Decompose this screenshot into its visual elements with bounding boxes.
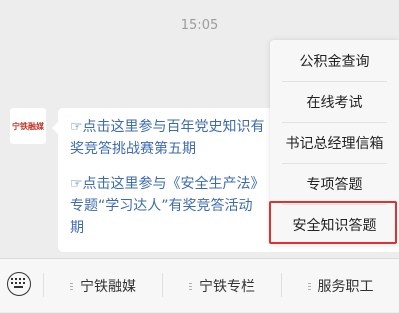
tab-label: 宁铁融媒 [80, 279, 136, 295]
menu-item-special-quiz[interactable]: 专项答题 [270, 163, 399, 204]
bubble-tail [52, 122, 58, 134]
tab-employee-services[interactable]: 服务职工 [282, 259, 399, 313]
menu-item-manager-mailbox[interactable]: 书记总经理信箱 [270, 122, 399, 163]
account-avatar[interactable]: 宁铁融媒 [10, 108, 46, 144]
tab-label: 宁铁专栏 [199, 279, 255, 295]
submenu-icon [189, 282, 195, 290]
submenu-icon [70, 282, 76, 290]
menu-item-online-exam[interactable]: 在线考试 [270, 81, 399, 122]
keyboard-icon[interactable] [7, 272, 31, 296]
tab-label: 服务职工 [317, 279, 374, 295]
message-timestamp: 15:05 [180, 18, 219, 33]
bottom-menu-bar: 宁铁融媒 宁铁专栏 服务职工 [0, 258, 399, 312]
highlight-box [269, 201, 397, 244]
submenu-icon [307, 282, 314, 290]
menu-item-housing-fund-query[interactable]: 公积金查询 [270, 40, 399, 81]
tab-ning-tie-column[interactable]: 宁铁专栏 [163, 259, 281, 313]
tab-ning-tie-media[interactable]: 宁铁融媒 [44, 259, 162, 313]
